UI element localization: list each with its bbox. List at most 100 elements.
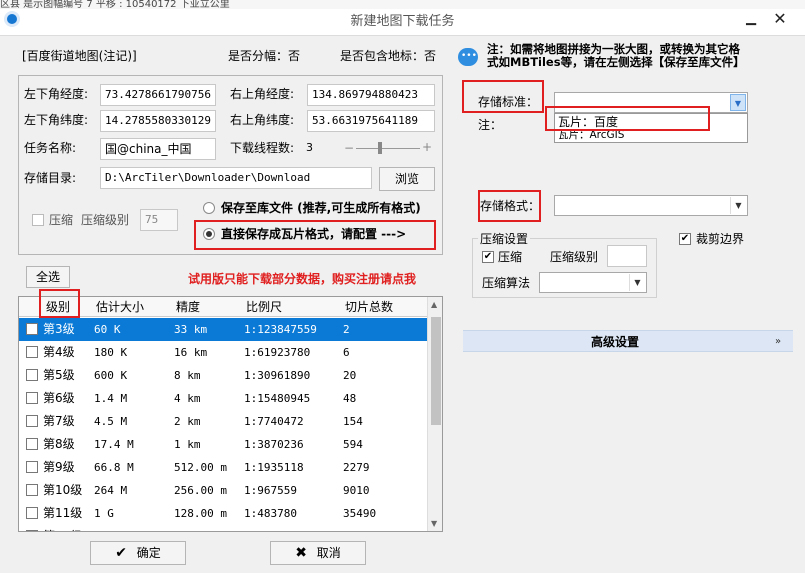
cell-level: 第4级 <box>43 345 75 359</box>
baidu-option-highlight <box>545 106 710 131</box>
table-row[interactable]: 第12级 4 G 64.00 m 1:241890 141992 <box>19 525 427 531</box>
note-label: 注： <box>478 118 503 132</box>
compress-checkbox[interactable] <box>32 214 44 226</box>
upper-right-lat-label: 右上角纬度: <box>230 113 295 127</box>
table-row[interactable]: 第7级 4.5 M 2 km 1:7740472 154 <box>19 410 427 433</box>
chevron-down-icon[interactable]: ▼ <box>730 197 746 214</box>
row-checkbox[interactable] <box>26 346 38 358</box>
cell-scale: 1:61923780 <box>244 346 311 359</box>
advanced-settings-bar[interactable]: 高级设置 » <box>463 330 793 352</box>
row-checkbox[interactable] <box>26 530 38 531</box>
upper-right-lon-label: 右上角经度: <box>230 87 295 101</box>
table-row[interactable]: 第6级 1.4 M 4 km 1:15480945 48 <box>19 387 427 410</box>
cell-level: 第12级 <box>43 525 82 531</box>
storage-format-select[interactable]: ▼ <box>554 195 748 216</box>
save-tile-radio[interactable] <box>203 228 215 240</box>
compress-level-field[interactable]: 75 <box>140 209 178 231</box>
grid-header: 级别 估计大小 精度 比例尺 切片总数 <box>19 297 427 317</box>
compress-settings-label: 压缩设置 <box>478 230 531 248</box>
cell-scale: 1:7740472 <box>244 415 304 428</box>
cell-tiles: 6 <box>343 346 350 359</box>
cell-precision: 4 km <box>174 392 201 405</box>
upper-right-lon-field[interactable]: 134.869794880423 <box>307 84 435 106</box>
slider-thumb[interactable] <box>378 142 383 154</box>
row-checkbox[interactable] <box>26 461 38 473</box>
right-compress-level-field[interactable] <box>607 245 647 267</box>
cell-size: 60 K <box>94 323 121 336</box>
threads-slider[interactable]: − + <box>344 139 432 157</box>
table-row[interactable]: 第5级 600 K 8 km 1:30961890 20 <box>19 364 427 387</box>
level-header-highlight <box>39 289 80 318</box>
cell-size: 1 G <box>94 507 114 520</box>
table-row[interactable]: 第3级 60 K 33 km 1:123847559 2 <box>19 318 427 341</box>
ok-label: 确定 <box>136 546 161 560</box>
trial-notice-link[interactable]: 试用版只能下载部分数据，购买注册请点我 <box>188 270 416 288</box>
crop-edge-checkbox[interactable]: ✔ <box>679 233 691 245</box>
cell-precision: 33 km <box>174 323 208 336</box>
upper-right-lat-field[interactable]: 53.6631975641189 <box>307 110 435 132</box>
background-window-strip: 区县 是示图幅编号 7 平移 : 10540172 下亚立公里 <box>0 0 805 9</box>
row-checkbox[interactable] <box>26 369 38 381</box>
row-checkbox[interactable] <box>26 415 38 427</box>
cell-scale: 1:241890 <box>244 525 297 531</box>
dir-field[interactable]: D:\ArcTiler\Downloader\Download <box>100 167 372 189</box>
compress-algo-label: 压缩算法 <box>482 276 531 290</box>
double-chevron-down-icon[interactable]: » <box>775 333 781 351</box>
cell-level: 第3级 <box>43 322 75 336</box>
lower-left-lat-field[interactable]: 14.2785580330129 <box>100 110 216 132</box>
cell-scale: 1:967559 <box>244 484 297 497</box>
scroll-thumb[interactable] <box>431 317 441 425</box>
select-all-button[interactable]: 全选 <box>26 266 70 288</box>
table-row[interactable]: 第9级 66.8 M 512.00 m 1:1935118 2279 <box>19 456 427 479</box>
cell-level: 第5级 <box>43 368 75 382</box>
lower-left-lon-field[interactable]: 73.4278661790756 <box>100 84 216 106</box>
cell-size: 17.4 M <box>94 438 134 451</box>
right-compress-checkbox[interactable]: ✔ <box>482 251 494 263</box>
compress-algo-select[interactable]: ▼ <box>539 272 647 293</box>
note-text-line2: 式如MBTiles等，请在左侧选择【保存至库文件】 <box>487 55 745 69</box>
row-checkbox[interactable] <box>26 438 38 450</box>
header-scale[interactable]: 比例尺 <box>246 298 282 316</box>
table-row[interactable]: 第8级 17.4 M 1 km 1:3870236 594 <box>19 433 427 456</box>
compress-level-label: 压缩级别 <box>81 213 130 227</box>
row-checkbox[interactable] <box>26 484 38 496</box>
close-icon[interactable]: ✕ <box>772 11 788 27</box>
minimize-icon[interactable]: ▁ <box>744 12 758 26</box>
table-row[interactable]: 第11级 1 G 128.00 m 1:483780 35490 <box>19 502 427 525</box>
save-to-db-radio[interactable] <box>203 202 215 214</box>
slider-track <box>356 148 420 149</box>
checkmark-icon: ✔ <box>115 545 127 561</box>
cell-precision: 256.00 m <box>174 484 227 497</box>
task-name-field[interactable]: 国@china_中国 <box>100 138 216 160</box>
chat-bubble-icon: ••• <box>458 48 478 66</box>
chevron-down-icon[interactable]: ▼ <box>629 274 645 291</box>
chevron-down-icon[interactable]: ▼ <box>730 94 746 111</box>
scroll-down-icon[interactable]: ▼ <box>431 519 437 528</box>
header-precision[interactable]: 精度 <box>176 298 200 316</box>
table-row[interactable]: 第4级 180 K 16 km 1:61923780 6 <box>19 341 427 364</box>
right-compress-label: 压缩 <box>498 250 523 264</box>
ok-button[interactable]: ✔ 确定 <box>90 541 186 565</box>
row-checkbox[interactable] <box>26 507 38 519</box>
table-row[interactable]: 第10级 264 M 256.00 m 1:967559 9010 <box>19 479 427 502</box>
cell-tiles: 2279 <box>343 461 370 474</box>
header-size[interactable]: 估计大小 <box>96 298 144 316</box>
cell-precision: 16 km <box>174 346 208 359</box>
cell-level: 第9级 <box>43 460 75 474</box>
lower-left-lat-label: 左下角纬度: <box>24 113 89 127</box>
cell-tiles: 141992 <box>343 525 383 531</box>
cross-icon: ✖ <box>295 545 307 561</box>
scroll-up-icon[interactable]: ▲ <box>431 300 437 309</box>
cancel-button[interactable]: ✖ 取消 <box>270 541 366 565</box>
header-tiles[interactable]: 切片总数 <box>345 298 393 316</box>
browse-button[interactable]: 浏览 <box>379 167 435 191</box>
row-checkbox[interactable] <box>26 392 38 404</box>
save-tile-label: 直接保存成瓦片格式，请配置 ---> <box>221 227 407 241</box>
row-checkbox[interactable] <box>26 323 38 335</box>
task-name-label: 任务名称: <box>24 141 77 155</box>
cell-precision: 512.00 m <box>174 461 227 474</box>
threads-value: 3 <box>306 141 313 154</box>
grid-scrollbar[interactable]: ▲ ▼ <box>427 297 442 531</box>
cell-tiles: 9010 <box>343 484 370 497</box>
cell-precision: 8 km <box>174 369 201 382</box>
